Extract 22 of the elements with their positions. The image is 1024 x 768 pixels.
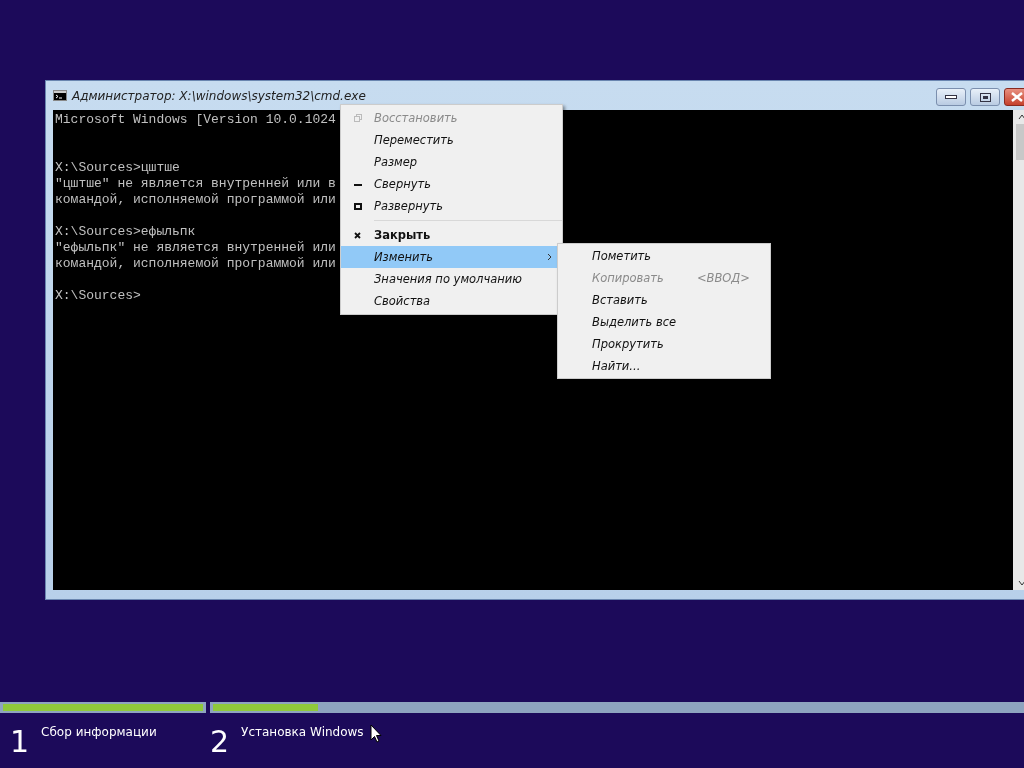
menu-item[interactable]: Свернуть — [341, 173, 562, 195]
menu-item[interactable]: Вставить — [558, 289, 770, 311]
menu-item[interactable]: Размер — [341, 151, 562, 173]
menu-item[interactable]: Переместить — [341, 129, 562, 151]
window-title: Администратор: X:\windows\system32\cmd.exe — [72, 88, 366, 103]
console-line: Microsoft Windows [Version 10.0.1024 — [55, 112, 336, 127]
console-line: командой, исполняемой программой или — [55, 256, 336, 271]
console-line: командой, исполняемой программой или — [55, 192, 336, 207]
menu-item[interactable]: Закрыть — [341, 224, 562, 246]
step-label: Установка Windows — [241, 725, 364, 739]
step-label: Сбор информации — [41, 725, 157, 739]
step-number: 1 — [10, 727, 30, 757]
menu-item[interactable]: Найти... — [558, 355, 770, 377]
menu-item[interactable]: Прокрутить — [558, 333, 770, 355]
menu-item[interactable]: Развернуть — [341, 195, 562, 217]
console-line: "ефыльпк" не является внутренней или — [55, 240, 336, 255]
menu-item[interactable]: Выделить все — [558, 311, 770, 333]
console-line: X:\Sources>ефыльпк — [55, 224, 196, 239]
console-line: X:\Sources>цштше — [55, 160, 180, 175]
step-number: 2 — [210, 727, 230, 757]
console-line: "цштше" не является внутренней или в — [55, 176, 336, 191]
console-line: X:\Sources> — [55, 288, 141, 303]
